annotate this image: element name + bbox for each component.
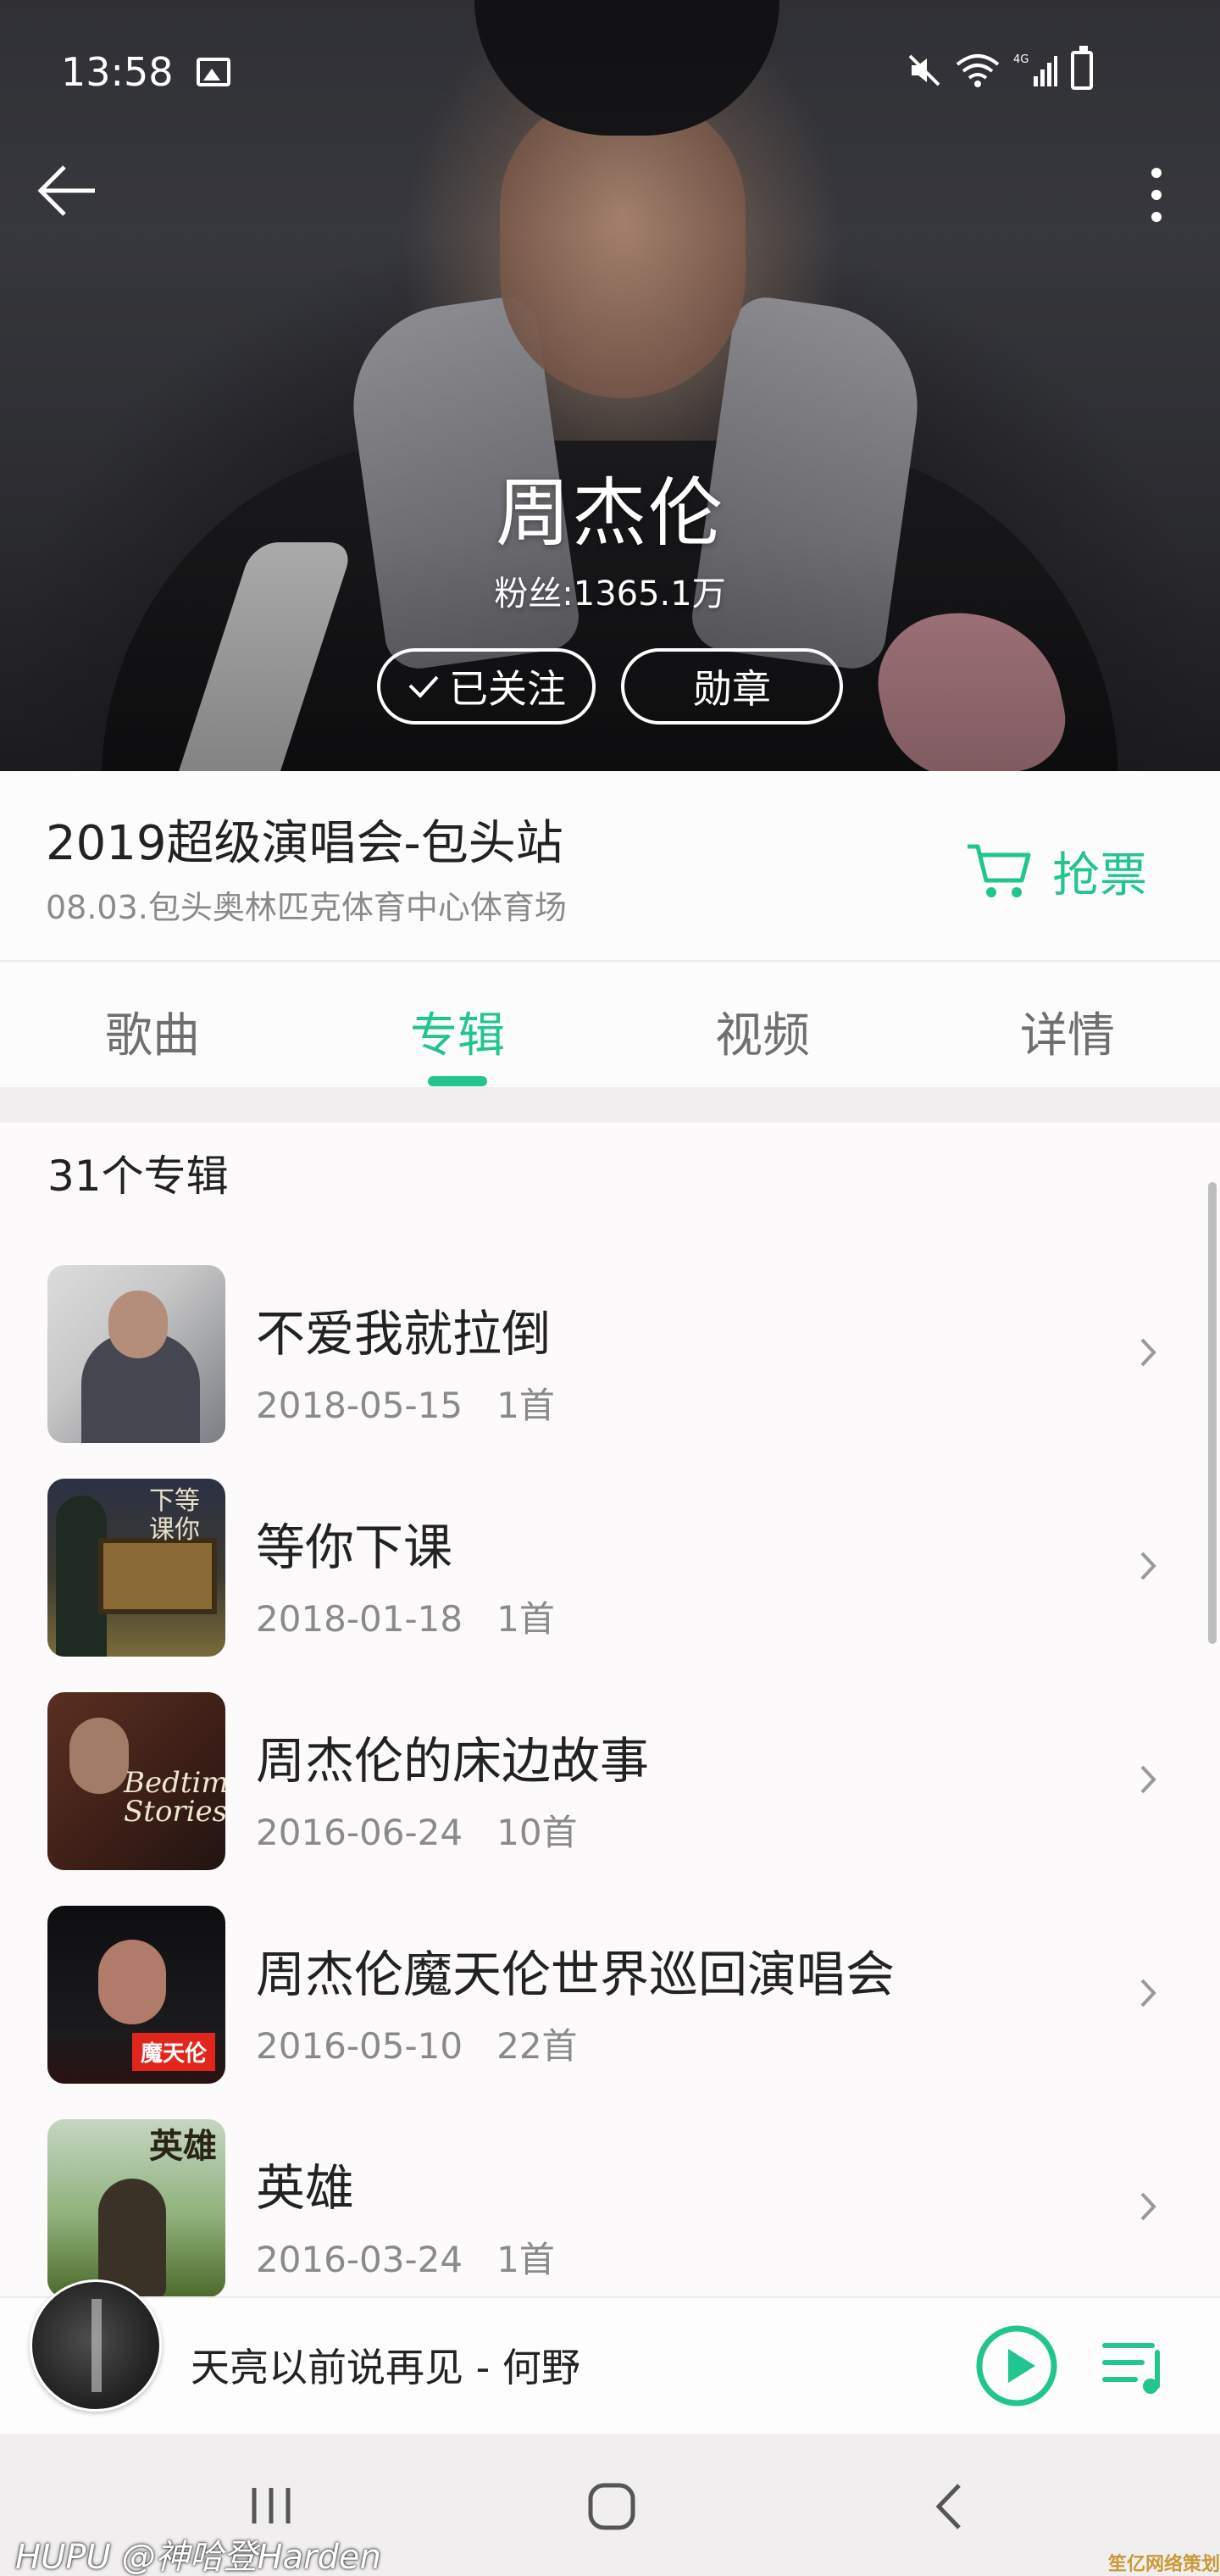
nav-back-icon[interactable] bbox=[932, 2480, 966, 2533]
album-cover: 魔天伦 bbox=[47, 1906, 225, 2084]
album-track-count: 22首 bbox=[496, 2025, 578, 2067]
album-count: 31个专辑 bbox=[47, 1152, 229, 1201]
artist-hero: 13:58 4G 周杰伦 粉丝:1365.1万 已关注 勋章 bbox=[0, 0, 1220, 771]
hero-overlay bbox=[0, 0, 1220, 771]
active-tab-indicator bbox=[428, 1076, 487, 1086]
follow-button[interactable]: 已关注 bbox=[377, 648, 596, 724]
follow-button-label: 已关注 bbox=[449, 666, 566, 712]
chevron-right-icon bbox=[1140, 1552, 1156, 1580]
network-type-label: 4G bbox=[1013, 53, 1029, 66]
tab-albums[interactable]: 专辑 bbox=[305, 963, 610, 1087]
shopping-cart-icon bbox=[968, 844, 1031, 897]
album-meta: 2016-06-24 10首 bbox=[256, 1804, 578, 1856]
album-track-count: 1首 bbox=[496, 1385, 555, 1426]
tab-details[interactable]: 详情 bbox=[915, 963, 1220, 1087]
corner-watermark: 笙亿网络策划 bbox=[1108, 2554, 1220, 2575]
concert-venue: 08.03.包头奥林匹克体育中心体育场 bbox=[46, 889, 567, 926]
back-arrow-icon[interactable] bbox=[34, 157, 102, 225]
medal-button[interactable]: 勋章 bbox=[621, 648, 843, 724]
artist-name: 周杰伦 bbox=[495, 469, 724, 557]
album-date: 2016-06-24 bbox=[256, 1812, 463, 1853]
more-options-icon[interactable] bbox=[1144, 161, 1169, 229]
wifi-icon bbox=[956, 54, 1000, 87]
album-item[interactable]: Bedtime Stories 周杰伦的床边故事 2016-06-24 10首 bbox=[0, 1692, 1220, 1887]
buy-ticket-label: 抢票 bbox=[1052, 848, 1147, 903]
fans-count: 粉丝:1365.1万 bbox=[494, 575, 726, 613]
album-meta: 2016-05-10 22首 bbox=[256, 2018, 578, 2069]
signal-icon: 4G bbox=[1013, 53, 1057, 86]
album-track-count: 1首 bbox=[496, 1598, 555, 1640]
album-date: 2018-05-15 bbox=[256, 1385, 463, 1426]
watermark: HUPU @神哈登Harden bbox=[15, 2538, 381, 2576]
chevron-right-icon bbox=[1140, 1338, 1156, 1367]
status-icons: 4G bbox=[907, 46, 1093, 90]
album-cover bbox=[47, 1265, 225, 1443]
album-meta: 2018-05-15 1首 bbox=[256, 1377, 555, 1429]
album-track-count: 1首 bbox=[496, 2239, 555, 2280]
section-divider bbox=[0, 1087, 1220, 1123]
album-meta: 2016-03-24 1首 bbox=[256, 2231, 555, 2283]
concert-title: 2019超级演唱会-包头站 bbox=[46, 816, 563, 871]
now-playing-cover[interactable] bbox=[30, 2279, 162, 2412]
album-item[interactable]: 下等 课你 等你下课 2018-01-18 1首 bbox=[0, 1479, 1220, 1674]
album-item[interactable]: 魔天伦 周杰伦魔天伦世界巡回演唱会 2016-05-10 22首 bbox=[0, 1906, 1220, 2101]
status-time: 13:58 bbox=[61, 49, 174, 95]
album-cover-text: 英雄 bbox=[149, 2126, 217, 2166]
album-title: 周杰伦魔天伦世界巡回演唱会 bbox=[256, 1946, 896, 2003]
medal-button-label: 勋章 bbox=[693, 666, 771, 712]
mute-icon bbox=[908, 54, 940, 86]
chevron-right-icon bbox=[1140, 1765, 1156, 1794]
gallery-notification-icon bbox=[197, 58, 230, 86]
chevron-right-icon bbox=[1140, 2192, 1156, 2221]
chevron-right-icon bbox=[1140, 1979, 1156, 2007]
album-title: 等你下课 bbox=[256, 1518, 453, 1576]
album-cover: 下等 课你 bbox=[47, 1479, 225, 1657]
album-item[interactable]: 不爱我就拉倒 2018-05-15 1首 bbox=[0, 1265, 1220, 1460]
tab-videos[interactable]: 视频 bbox=[610, 963, 915, 1087]
album-cover: Bedtime Stories bbox=[47, 1692, 225, 1870]
mini-player[interactable]: 天亮以前说再见 - 何野 bbox=[0, 2279, 1220, 2434]
check-icon bbox=[408, 675, 439, 698]
album-date: 2016-05-10 bbox=[256, 2025, 463, 2067]
home-icon[interactable] bbox=[586, 2481, 637, 2532]
tab-songs[interactable]: 歌曲 bbox=[0, 963, 305, 1087]
playlist-icon[interactable] bbox=[1101, 2337, 1169, 2396]
album-track-count: 10首 bbox=[496, 1812, 578, 1853]
album-title: 不爱我就拉倒 bbox=[256, 1305, 552, 1363]
artist-tabs: 歌曲 专辑 视频 详情 bbox=[0, 963, 1220, 1087]
album-cover-text: 下等 课你 bbox=[149, 1486, 200, 1545]
album-date: 2018-01-18 bbox=[256, 1598, 463, 1640]
album-cover-text: Bedtime Stories bbox=[124, 1766, 225, 1829]
recent-apps-icon[interactable] bbox=[246, 2484, 297, 2527]
album-title: 英雄 bbox=[256, 2159, 355, 2217]
album-title: 周杰伦的床边故事 bbox=[256, 1732, 650, 1790]
scrollbar[interactable] bbox=[1208, 1182, 1217, 1644]
album-item[interactable]: 英雄 英雄 2016-03-24 1首 bbox=[0, 2119, 1220, 2314]
concert-banner[interactable]: 2019超级演唱会-包头站 08.03.包头奥林匹克体育中心体育场 抢票 bbox=[0, 771, 1220, 962]
album-cover: 英雄 bbox=[47, 2119, 225, 2297]
buy-ticket-button[interactable]: 抢票 bbox=[966, 837, 1147, 906]
battery-icon bbox=[1071, 46, 1093, 90]
now-playing-title: 天亮以前说再见 - 何野 bbox=[191, 2345, 580, 2390]
play-icon[interactable] bbox=[974, 2323, 1059, 2408]
album-meta: 2018-01-18 1首 bbox=[256, 1591, 555, 1642]
album-date: 2016-03-24 bbox=[256, 2239, 463, 2280]
album-cover-text: 魔天伦 bbox=[132, 2033, 216, 2071]
